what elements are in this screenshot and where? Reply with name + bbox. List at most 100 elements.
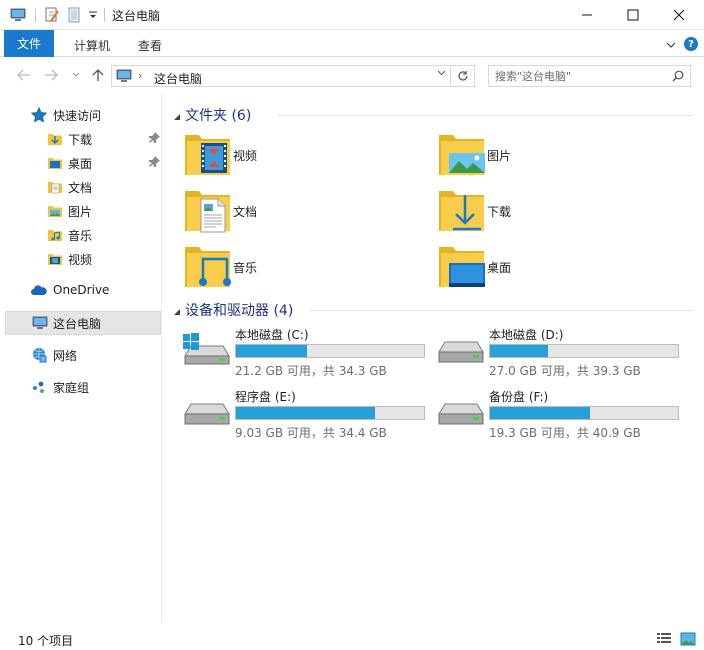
item-count: 10 个项目 — [18, 634, 74, 648]
tab-computer[interactable]: 计算机 — [62, 33, 122, 57]
folder-item-videos[interactable]: 视频 — [183, 129, 403, 179]
status-bar: 10 个项目 — [0, 623, 704, 650]
group-header-folders[interactable]: 文件夹 (6) — [173, 105, 693, 125]
window-title: 这台电脑 — [112, 9, 161, 23]
tab-file[interactable]: 文件 — [4, 30, 54, 57]
network-icon — [31, 347, 47, 363]
search-input[interactable] — [495, 68, 665, 84]
drive-item-f[interactable]: 备份盘 (F:) 19.3 GB 可用，共 40.9 GB — [435, 388, 685, 442]
nav-label: 视频 — [68, 253, 93, 267]
up-arrow-icon[interactable] — [90, 67, 106, 83]
nav-label: 网络 — [53, 349, 78, 363]
nav-label: 下载 — [68, 133, 93, 147]
properties-icon[interactable] — [42, 6, 62, 24]
drive-usage-bar — [235, 406, 425, 420]
videos-folder-icon — [47, 251, 63, 267]
collapse-chevron-icon[interactable] — [173, 305, 181, 319]
help-icon[interactable]: ? — [684, 37, 698, 51]
details-view-icon[interactable] — [656, 632, 672, 646]
breadcrumb-arrow-icon[interactable]: › — [138, 69, 142, 82]
documents-folder-icon — [185, 191, 230, 233]
new-folder-icon[interactable] — [64, 6, 84, 24]
drive-free-space: 21.2 GB 可用，共 34.3 GB — [235, 364, 387, 378]
system-drive-icon — [183, 333, 230, 365]
drive-usage-fill — [236, 345, 308, 357]
drive-free-space: 19.3 GB 可用，共 40.9 GB — [489, 426, 641, 440]
nav-network[interactable]: 网络 — [5, 343, 161, 367]
nav-homegroup[interactable]: 家庭组 — [5, 375, 161, 399]
folder-item-music[interactable]: 音乐 — [183, 241, 403, 291]
back-arrow-icon[interactable] — [16, 67, 32, 83]
recent-chevron-icon[interactable] — [68, 67, 84, 83]
pictures-folder-icon — [439, 135, 485, 175]
drive-item-d[interactable]: 本地磁盘 (D:) 27.0 GB 可用，共 39.3 GB — [435, 326, 685, 380]
nav-item-music[interactable]: 音乐 — [5, 223, 161, 247]
desktop-folder-icon — [439, 247, 485, 287]
nav-label: 文档 — [68, 181, 93, 195]
videos-folder-icon — [185, 135, 230, 175]
drive-usage-bar — [489, 406, 679, 420]
music-folder-icon — [47, 227, 63, 243]
drive-usage-fill — [490, 345, 549, 357]
drive-usage-fill — [236, 407, 376, 419]
nav-quick-access[interactable]: 快速访问 — [5, 103, 161, 127]
hard-drive-icon — [438, 341, 484, 363]
nav-onedrive[interactable]: OneDrive — [5, 279, 161, 303]
nav-item-downloads[interactable]: 下载 — [5, 127, 161, 151]
nav-label: 图片 — [68, 205, 93, 219]
address-bar[interactable]: › 这台电脑 — [111, 65, 451, 87]
nav-item-documents[interactable]: 文档 — [5, 175, 161, 199]
drive-usage-bar — [489, 344, 679, 358]
nav-label: OneDrive — [53, 283, 110, 297]
folder-label: 音乐 — [233, 261, 258, 275]
pin-icon[interactable] — [147, 155, 161, 172]
nav-label: 音乐 — [68, 229, 93, 243]
computer-icon — [32, 315, 48, 331]
large-icons-view-icon[interactable] — [680, 632, 696, 646]
nav-item-videos[interactable]: 视频 — [5, 247, 161, 271]
collapse-chevron-icon[interactable] — [173, 110, 181, 124]
minimize-button[interactable] — [564, 0, 610, 30]
content-pane: 文件夹 (6) 视频 图片 文档 下载 音乐 桌面 设备和驱动器 (4) 本地磁… — [163, 93, 704, 623]
nav-item-pictures[interactable]: 图片 — [5, 199, 161, 223]
address-dropdown-icon[interactable] — [437, 68, 446, 79]
group-header-drives[interactable]: 设备和驱动器 (4) — [173, 300, 693, 320]
navigation-row: › 这台电脑 — [0, 57, 704, 93]
drive-name: 备份盘 (F:) — [489, 390, 549, 404]
refresh-icon — [457, 71, 468, 81]
computer-icon[interactable] — [8, 6, 28, 24]
group-divider — [277, 115, 693, 116]
folder-item-downloads[interactable]: 下载 — [437, 185, 657, 235]
forward-arrow-icon[interactable] — [43, 67, 59, 83]
search-icon[interactable] — [672, 70, 684, 85]
maximize-button[interactable] — [610, 0, 656, 30]
close-button[interactable] — [656, 0, 702, 30]
folder-item-desktop[interactable]: 桌面 — [437, 241, 657, 291]
drive-usage-fill — [490, 407, 590, 419]
breadcrumb-this-pc[interactable]: 这台电脑 — [154, 70, 202, 87]
drive-name: 本地磁盘 (D:) — [489, 328, 564, 342]
pictures-folder-icon — [47, 203, 63, 219]
drive-item-c[interactable]: 本地磁盘 (C:) 21.2 GB 可用，共 34.3 GB — [181, 326, 431, 380]
folder-item-documents[interactable]: 文档 — [183, 185, 403, 235]
drive-name: 程序盘 (E:) — [235, 390, 296, 404]
chevron-down-icon[interactable] — [86, 6, 100, 24]
separator — [104, 8, 105, 22]
drive-item-e[interactable]: 程序盘 (E:) 9.03 GB 可用，共 34.4 GB — [181, 388, 431, 442]
refresh-button[interactable] — [451, 65, 475, 87]
hard-drive-icon — [184, 403, 230, 425]
folder-item-pictures[interactable]: 图片 — [437, 129, 657, 179]
search-box[interactable] — [488, 65, 691, 87]
group-title: 文件夹 (6) — [185, 108, 252, 124]
navigation-pane: 快速访问 下载 桌面 文档 图片 音乐 视频 OneDrive 这台电脑 网络 … — [5, 93, 162, 623]
nav-this-pc[interactable]: 这台电脑 — [5, 311, 161, 335]
computer-icon — [116, 69, 132, 86]
drive-free-space: 9.03 GB 可用，共 34.4 GB — [235, 426, 387, 440]
expand-ribbon-icon[interactable] — [666, 38, 676, 52]
folder-label: 下载 — [487, 205, 512, 219]
pin-icon[interactable] — [147, 131, 161, 148]
drive-name: 本地磁盘 (C:) — [235, 328, 309, 342]
drive-free-space: 27.0 GB 可用，共 39.3 GB — [489, 364, 641, 378]
tab-view[interactable]: 查看 — [126, 33, 174, 57]
nav-item-desktop[interactable]: 桌面 — [5, 151, 161, 175]
